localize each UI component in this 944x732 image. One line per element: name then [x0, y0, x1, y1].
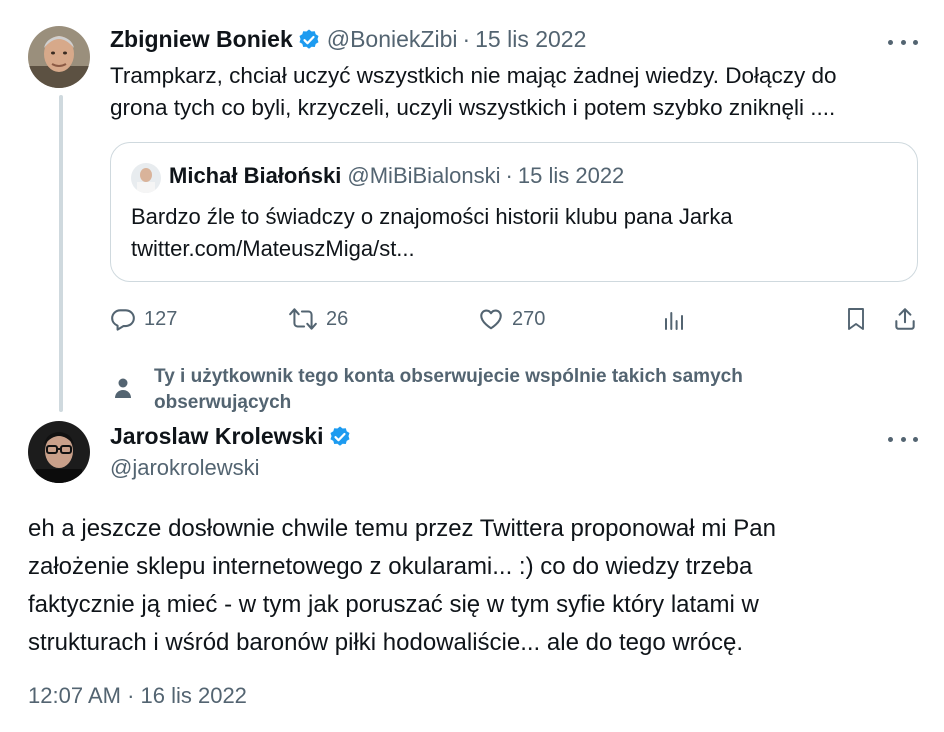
share-icon — [892, 306, 918, 332]
tweet2-text: eh a jeszcze dosłownie chwile temu przez… — [28, 510, 776, 662]
tweet-text-line: grona tych co byli, krzyczeli, uczyli ws… — [110, 95, 836, 120]
separator-dot: · — [505, 163, 513, 188]
author-name[interactable]: Jaroslaw Krolewski — [110, 423, 324, 450]
person-icon — [112, 376, 134, 405]
like-icon — [478, 306, 504, 332]
quoted-tweet-card[interactable]: Michał Białoński @MiBiBialonski · 15 lis… — [110, 142, 918, 282]
avatar-michal-bialonski — [131, 163, 161, 193]
tweet1-text: Trampkarz, chciał uczyć wszystkich nie m… — [110, 60, 837, 124]
tweet2-header: Jaroslaw Krolewski — [110, 423, 352, 450]
retweet-count: 26 — [326, 307, 349, 330]
more-icon[interactable] — [888, 429, 918, 449]
views-icon — [662, 308, 686, 332]
tweet1-action-bar: 127 26 270 — [110, 300, 918, 340]
tweet-timestamp[interactable]: 12:07 AM · 16 lis 2022 — [28, 683, 247, 709]
verified-badge-icon — [328, 425, 352, 449]
more-icon[interactable] — [888, 32, 918, 52]
quote-link[interactable]: twitter.com/MateuszMiga/st... — [131, 233, 733, 265]
tweet-text-line: eh a jeszcze dosłownie chwile temu przez… — [28, 515, 776, 542]
retweet-icon — [288, 306, 318, 332]
thread-connector-line — [59, 95, 63, 412]
avatar-jaroslaw-krolewski[interactable] — [28, 421, 90, 483]
tweet-text-line: strukturach i wśród baronów piłki hodowa… — [28, 629, 744, 656]
author-handle[interactable]: @jarokrolewski — [110, 455, 259, 481]
avatar-zbigniew-boniek[interactable] — [28, 26, 90, 88]
quote-text: Bardzo źle to świadczy o znajomości hist… — [131, 201, 733, 265]
tweet-text-line: Trampkarz, chciał uczyć wszystkich nie m… — [110, 63, 837, 88]
views-button[interactable] — [662, 308, 686, 332]
quote-author-name: Michał Białoński — [169, 163, 342, 188]
verified-badge-icon — [297, 28, 321, 52]
reply-count: 127 — [144, 307, 178, 330]
like-count: 270 — [512, 307, 546, 330]
tweet1-header: Zbigniew Boniek @BoniekZibi · 15 lis 202… — [110, 26, 586, 53]
tweet-date[interactable]: 15 lis 2022 — [475, 26, 586, 53]
author-name[interactable]: Zbigniew Boniek — [110, 26, 293, 53]
quote-header: Michał Białoński @MiBiBialonski · 15 lis… — [169, 163, 624, 189]
share-button[interactable] — [892, 306, 918, 332]
tweet-text-line: założenie sklepu internetowego z okulara… — [28, 553, 753, 580]
like-button[interactable]: 270 — [478, 306, 545, 332]
quote-text-line: Bardzo źle to świadczy o znajomości hist… — [131, 204, 733, 229]
retweet-button[interactable]: 26 — [288, 306, 348, 332]
bookmark-button[interactable] — [844, 306, 868, 332]
separator-dot: · — [462, 26, 471, 52]
reply-button[interactable]: 127 — [110, 306, 177, 332]
tweet-text-line: faktycznie ją mieć - w tym jak poruszać … — [28, 591, 759, 618]
social-context-text: Ty i użytkownik tego konta obserwujecie … — [154, 366, 743, 413]
bookmark-icon — [844, 306, 868, 332]
reply-icon — [110, 306, 136, 332]
quote-author-handle: @MiBiBialonski — [347, 163, 501, 188]
author-handle[interactable]: @BoniekZibi — [327, 26, 458, 53]
quote-date: 15 lis 2022 — [517, 163, 625, 188]
